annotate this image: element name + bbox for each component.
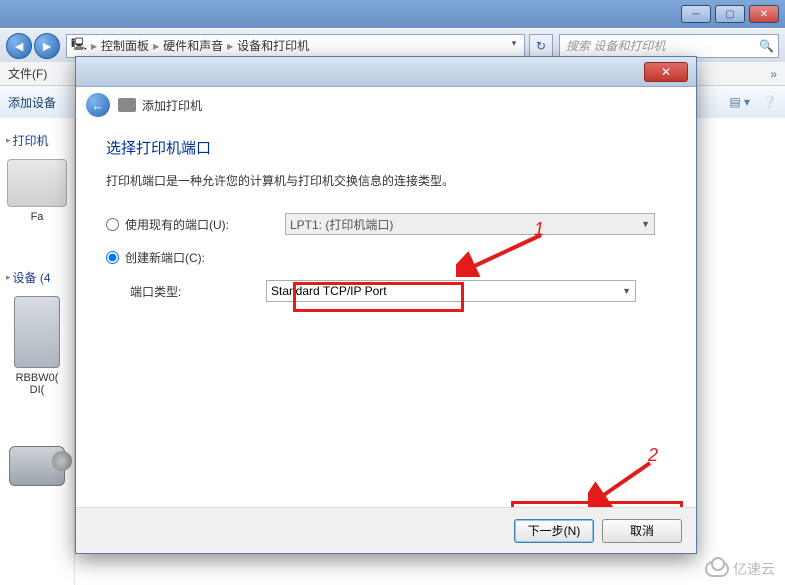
port-type-select[interactable]: Standard TCP/IP Port ▼ [266,280,636,302]
watermark: 亿速云 [705,559,775,579]
breadcrumb-seg1[interactable]: 控制面板 [97,37,153,54]
refresh-button[interactable]: ↻ [529,34,553,58]
dialog-title: 选择打印机端口 [106,137,666,158]
cloud-icon [705,561,729,577]
dialog-description: 打印机端口是一种允许您的计算机与打印机交换信息的连接类型。 [106,172,666,189]
dialog-header-text: 添加打印机 [142,97,202,114]
breadcrumb-seg3[interactable]: 设备和打印机 [233,37,313,54]
chevron-down-icon[interactable]: ▼ [622,286,631,296]
storage-device-icon[interactable] [14,296,60,368]
camera-device-icon[interactable] [9,446,65,486]
maximize-button[interactable]: ▢ [715,5,745,23]
existing-port-select: LPT1: (打印机端口) ▼ [285,213,655,235]
search-input[interactable]: 搜索 设备和打印机 🔍 [559,34,779,58]
annotation-arrow-2 [588,457,658,507]
dialog-footer: 下一步(N) 取消 [76,507,696,553]
radio-create-new[interactable] [106,251,119,264]
port-type-row: 端口类型: Standard TCP/IP Port ▼ [130,280,666,302]
chevron-down-icon: ▼ [641,219,650,229]
close-button[interactable]: ✕ [749,5,779,23]
breadcrumb-dropdown-icon[interactable]: ▾ [506,38,522,54]
section-devices-header[interactable]: 设备 (4 [6,269,70,286]
radio-use-existing[interactable] [106,218,119,231]
minimize-button[interactable]: ─ [681,5,711,23]
dialog-back-button[interactable]: ← [86,93,110,117]
port-type-label: 端口类型: [130,283,266,300]
dialog-titlebar: ✕ [76,57,696,87]
radio-use-existing-row: 使用现有的端口(U): LPT1: (打印机端口) ▼ [106,213,666,235]
toolbar-add-device[interactable]: 添加设备 [8,94,56,111]
menu-file[interactable]: 文件(F) [8,65,47,82]
search-placeholder: 搜索 设备和打印机 [566,37,665,54]
explorer-body-left: 打印机 Fa 设备 (4 RBBW0( DI( [0,118,75,585]
breadcrumb-icon: 🖳 [67,35,91,56]
watermark-text: 亿速云 [733,559,775,579]
breadcrumb-seg2[interactable]: 硬件和声音 [159,37,227,54]
device-label-2: DI( [4,384,70,396]
add-printer-dialog: ✕ ← 添加打印机 选择打印机端口 打印机端口是一种允许您的计算机与打印机交换信… [75,56,697,554]
window-titlebar: ─ ▢ ✕ [0,0,785,28]
device-label-1: RBBW0( [4,372,70,384]
dialog-close-button[interactable]: ✕ [644,62,688,82]
printer-icon [118,98,136,112]
section-printers-header[interactable]: 打印机 [6,132,70,149]
dialog-header: ← 添加打印机 [76,87,696,123]
existing-port-value: LPT1: (打印机端口) [290,216,393,233]
fax-device-label: Fa [4,211,70,223]
toolbar-view-icon[interactable]: ▤ ▾ [729,95,750,109]
toolbar-help-icon[interactable]: ❔ [762,95,777,109]
nav-forward-button[interactable]: ► [34,33,60,59]
nav-back-button[interactable]: ◄ [6,33,32,59]
radio-create-new-row: 创建新端口(C): [106,249,666,266]
address-breadcrumb[interactable]: 🖳 ▸ 控制面板 ▸ 硬件和声音 ▸ 设备和打印机 ▾ [66,34,525,58]
port-type-value: Standard TCP/IP Port [271,284,387,298]
radio-create-new-label[interactable]: 创建新端口(C): [125,249,285,266]
cancel-button[interactable]: 取消 [602,519,682,543]
radio-use-existing-label[interactable]: 使用现有的端口(U): [125,216,285,233]
search-icon: 🔍 [759,39,774,53]
fax-device-icon[interactable] [7,159,67,207]
dialog-body: 选择打印机端口 打印机端口是一种允许您的计算机与打印机交换信息的连接类型。 使用… [76,123,696,302]
next-button[interactable]: 下一步(N) [514,519,594,543]
menu-chevrons-icon[interactable]: » [770,67,777,81]
